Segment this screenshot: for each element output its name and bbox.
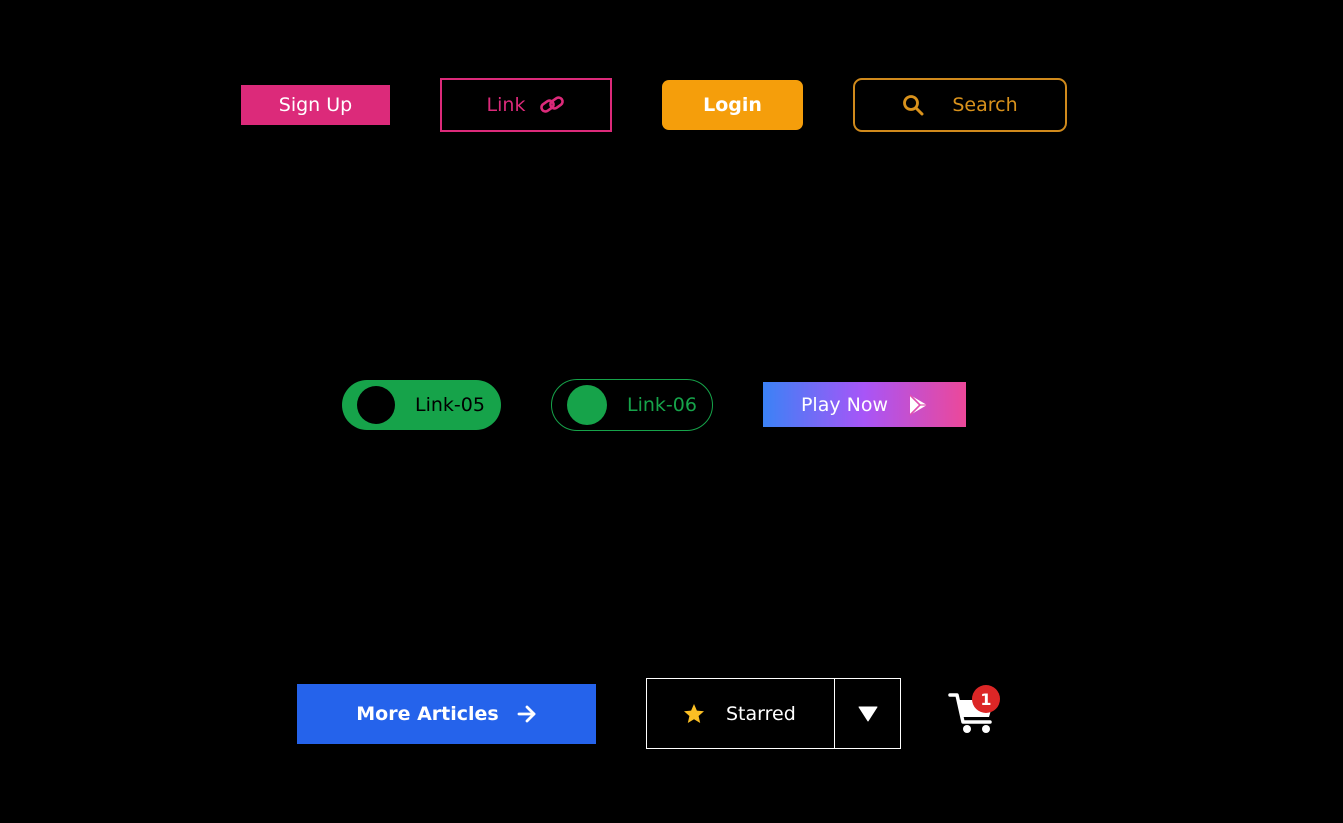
play-now-button[interactable]: Play Now bbox=[763, 382, 966, 427]
search-button[interactable]: Search bbox=[853, 78, 1067, 132]
starred-button[interactable]: Starred bbox=[647, 679, 835, 748]
starred-label: Starred bbox=[726, 702, 796, 725]
more-articles-label: More Articles bbox=[356, 703, 499, 725]
triangle-down-icon bbox=[858, 706, 878, 722]
starred-dropdown-button[interactable] bbox=[835, 679, 900, 748]
link-05-label: Link-05 bbox=[415, 394, 485, 416]
toggle-knob bbox=[357, 386, 395, 424]
more-articles-button[interactable]: More Articles bbox=[297, 684, 596, 744]
cart-button[interactable]: 1 bbox=[948, 685, 1003, 738]
cart-count-badge: 1 bbox=[972, 685, 1000, 713]
login-button[interactable]: Login bbox=[662, 80, 803, 130]
link-label: Link bbox=[486, 94, 526, 116]
sign-up-button[interactable]: Sign Up bbox=[241, 85, 390, 125]
arrow-right-icon bbox=[517, 705, 537, 723]
link-button[interactable]: Link bbox=[440, 78, 612, 132]
link-06-toggle-button[interactable]: Link-06 bbox=[551, 379, 713, 431]
link-icon bbox=[539, 94, 565, 116]
search-icon bbox=[902, 94, 924, 116]
sign-up-label: Sign Up bbox=[278, 94, 353, 116]
search-label: Search bbox=[952, 94, 1018, 116]
starred-split-button: Starred bbox=[646, 678, 901, 749]
login-label: Login bbox=[703, 94, 762, 116]
play-store-icon bbox=[908, 393, 928, 416]
play-now-label: Play Now bbox=[800, 393, 889, 416]
link-05-toggle-button[interactable]: Link-05 bbox=[342, 380, 501, 430]
toggle-knob bbox=[567, 385, 607, 425]
link-06-label: Link-06 bbox=[627, 394, 697, 416]
button-showcase: Sign Up Link Login Search Link-05 Link-0… bbox=[0, 0, 1343, 823]
star-icon bbox=[682, 703, 706, 725]
